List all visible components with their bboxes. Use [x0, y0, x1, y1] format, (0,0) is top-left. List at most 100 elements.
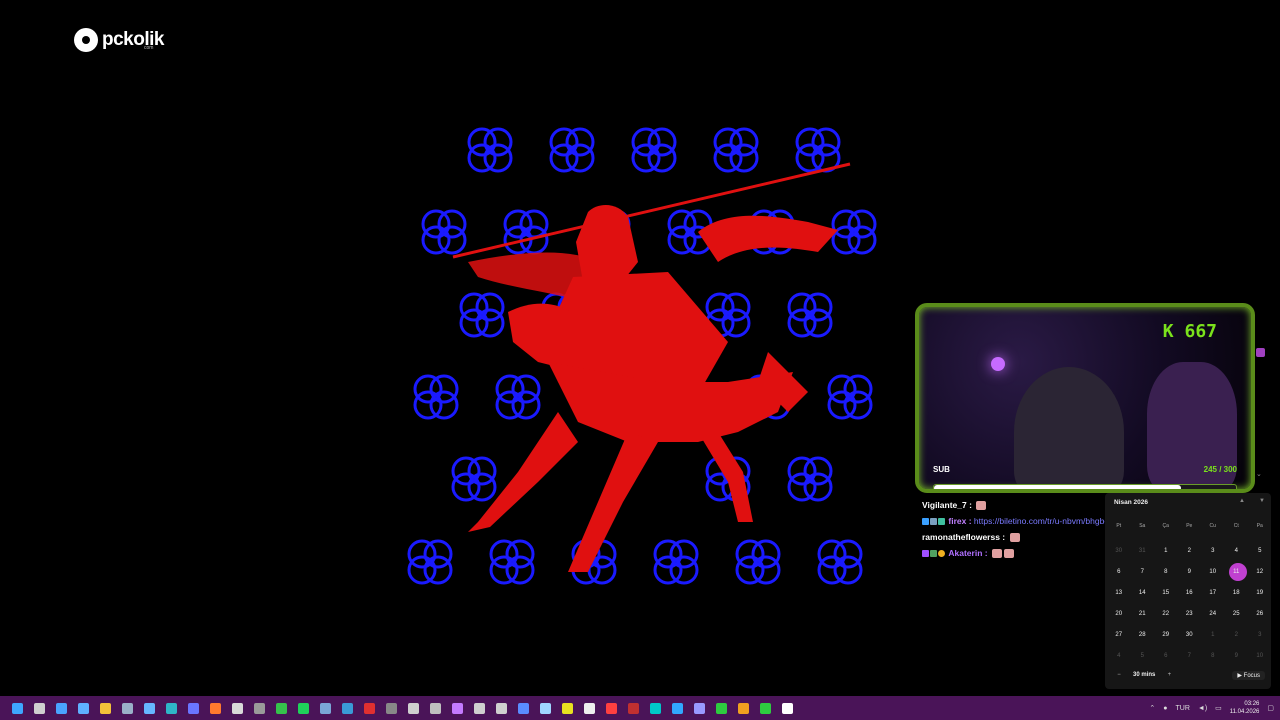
app-icon-8[interactable]: [380, 696, 402, 720]
calendar-day[interactable]: 5: [1248, 541, 1272, 562]
app-icon-13[interactable]: [512, 696, 534, 720]
microphone-icon[interactable]: ●: [1163, 705, 1167, 712]
audition-icon[interactable]: [644, 696, 666, 720]
calendar-day[interactable]: 18: [1225, 583, 1249, 604]
app-icon-14[interactable]: [534, 696, 556, 720]
volume-icon[interactable]: ◄): [1198, 705, 1207, 712]
calendar-day[interactable]: 2: [1178, 541, 1202, 562]
calendar-day[interactable]: 28: [1131, 625, 1155, 646]
calendar-day[interactable]: 4: [1225, 541, 1249, 562]
app-icon-4[interactable]: [226, 696, 248, 720]
chevron-down-icon[interactable]: ▼: [1259, 498, 1265, 504]
increase-minutes-button[interactable]: +: [1163, 670, 1175, 680]
calendar-day[interactable]: 30: [1107, 541, 1131, 562]
obs-icon[interactable]: [402, 696, 424, 720]
widgets-icon[interactable]: [50, 696, 72, 720]
calendar-day-number: 5: [1140, 653, 1144, 659]
calendar-day[interactable]: 25: [1225, 604, 1249, 625]
calendar-day[interactable]: 31: [1131, 541, 1155, 562]
steam-icon[interactable]: [314, 696, 336, 720]
calendar-day[interactable]: 6: [1107, 562, 1131, 583]
calendar-day[interactable]: 2: [1225, 625, 1249, 646]
app-icon-20-glyph: [759, 702, 771, 714]
app-icon-19[interactable]: [732, 696, 754, 720]
app-icon-3[interactable]: [204, 696, 226, 720]
calendar-day[interactable]: 6: [1154, 646, 1178, 667]
overlay-side-button[interactable]: [1256, 348, 1265, 357]
calendar-day[interactable]: 26: [1248, 604, 1272, 625]
play-icon[interactable]: [710, 696, 732, 720]
calendar-day[interactable]: 24: [1201, 604, 1225, 625]
calendar-day[interactable]: 1: [1201, 625, 1225, 646]
clock[interactable]: 03:26 11.04.2026: [1230, 700, 1260, 716]
notification-icon[interactable]: ▢: [1267, 704, 1274, 712]
calendar-day[interactable]: 23: [1178, 604, 1202, 625]
calendar-day-number: 19: [1256, 590, 1264, 596]
edge-icon[interactable]: [160, 696, 182, 720]
app-icon-11[interactable]: [468, 696, 490, 720]
calendar-day[interactable]: 10: [1201, 562, 1225, 583]
search-icon[interactable]: [28, 696, 50, 720]
calendar-day[interactable]: 9: [1225, 646, 1249, 667]
calendar-day[interactable]: 20: [1107, 604, 1131, 625]
calendar-day[interactable]: 12: [1248, 562, 1272, 583]
calendar-day[interactable]: 8: [1201, 646, 1225, 667]
calendar-day[interactable]: 9: [1178, 562, 1202, 583]
language-indicator[interactable]: TUR: [1176, 705, 1190, 712]
app-icon-15[interactable]: [556, 696, 578, 720]
emote-icon: [976, 501, 987, 511]
calendar-day[interactable]: 19: [1248, 583, 1272, 604]
file-explorer-icon[interactable]: [94, 696, 116, 720]
calendar-day[interactable]: 29: [1154, 625, 1178, 646]
calendar-day-number: 1: [1211, 632, 1215, 638]
app-icon-9[interactable]: [424, 696, 446, 720]
focus-button[interactable]: ▶ Focus: [1232, 670, 1265, 680]
calendar-day[interactable]: 3: [1201, 541, 1225, 562]
windows-start-icon[interactable]: [6, 696, 28, 720]
app-icon-6[interactable]: [336, 696, 358, 720]
chevron-down-icon[interactable]: ⌄: [1256, 470, 1265, 479]
app-icon-1[interactable]: [72, 696, 94, 720]
app-icon-16[interactable]: [578, 696, 600, 720]
calendar-day[interactable]: 30: [1178, 625, 1202, 646]
app-icon-7[interactable]: [358, 696, 380, 720]
spotify-icon[interactable]: [292, 696, 314, 720]
chevron-up-icon[interactable]: ⌃: [1149, 704, 1155, 712]
calendar-day[interactable]: 5: [1131, 646, 1155, 667]
calendar-day[interactable]: 17: [1201, 583, 1225, 604]
app-icon-18[interactable]: [622, 696, 644, 720]
calendar-day[interactable]: 7: [1131, 562, 1155, 583]
battery-icon[interactable]: ▭: [1215, 704, 1222, 712]
notepad-icon[interactable]: [138, 696, 160, 720]
app-icon-10[interactable]: [446, 696, 468, 720]
app-icon-5[interactable]: [248, 696, 270, 720]
app-icon-20[interactable]: [754, 696, 776, 720]
calendar-day[interactable]: 1: [1154, 541, 1178, 562]
app-icon-2[interactable]: [116, 696, 138, 720]
calendar-day[interactable]: 16: [1178, 583, 1202, 604]
calendar-day[interactable]: 15: [1154, 583, 1178, 604]
focus-minutes-value: 30 mins: [1133, 672, 1156, 678]
photoshop-icon[interactable]: [666, 696, 688, 720]
xbox-icon[interactable]: [270, 696, 292, 720]
app-icon-12[interactable]: [490, 696, 512, 720]
calendar-day[interactable]: 27: [1107, 625, 1131, 646]
calendar-day[interactable]: 7: [1178, 646, 1202, 667]
premiere-icon[interactable]: [688, 696, 710, 720]
calendar-day[interactable]: 8: [1154, 562, 1178, 583]
discord-icon[interactable]: [182, 696, 204, 720]
calendar-day[interactable]: 4: [1107, 646, 1131, 667]
calendar-day[interactable]: 3: [1248, 625, 1272, 646]
calendar-day-today[interactable]: 11: [1225, 562, 1249, 583]
calendar-month-label[interactable]: Nisan 2026: [1114, 499, 1148, 506]
chevron-up-icon[interactable]: ▲: [1239, 498, 1245, 504]
webcam-overlay: K 667 SUB 245 / 300: [915, 303, 1255, 493]
calendar-day[interactable]: 10: [1248, 646, 1272, 667]
calendar-day[interactable]: 22: [1154, 604, 1178, 625]
calendar-day[interactable]: 14: [1131, 583, 1155, 604]
decrease-minutes-button[interactable]: −: [1113, 670, 1125, 680]
app-icon-21[interactable]: [776, 696, 798, 720]
calendar-day[interactable]: 13: [1107, 583, 1131, 604]
app-icon-17[interactable]: [600, 696, 622, 720]
calendar-day[interactable]: 21: [1131, 604, 1155, 625]
